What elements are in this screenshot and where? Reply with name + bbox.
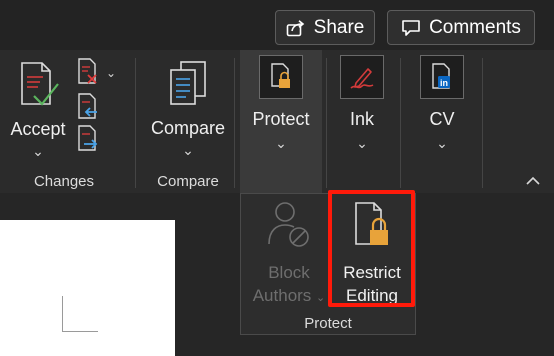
chevron-down-icon: ⌄: [32, 143, 44, 159]
group-separator: [400, 58, 401, 188]
ink-label: Ink: [349, 109, 374, 129]
compare-documents-icon: [165, 60, 211, 113]
share-icon: [286, 19, 306, 37]
chevron-down-icon: ⌄: [275, 135, 287, 151]
collapse-ribbon-button[interactable]: [522, 172, 544, 190]
protect-dropdown: Block Authors ⌄ Restrict Editing Protect: [240, 193, 416, 335]
comments-label: Comments: [429, 16, 521, 38]
group-separator: [234, 58, 235, 188]
reject-change-icon: [76, 57, 100, 90]
chevron-down-icon: ⌄: [316, 292, 326, 304]
chevron-down-icon: ⌄: [182, 142, 194, 158]
cv-label: CV: [429, 109, 455, 129]
group-separator: [135, 58, 136, 188]
next-change-button[interactable]: [76, 124, 100, 157]
restrict-editing-icon: [350, 200, 394, 256]
group-label-changes: Changes: [33, 173, 95, 190]
accept-label: Accept: [10, 119, 66, 139]
restrict-editing-label-line1: Restrict: [343, 263, 401, 282]
block-authors-label-line1: Block: [268, 263, 310, 282]
group-separator: [482, 58, 483, 188]
ink-pen-icon: [340, 55, 384, 99]
share-label: Share: [313, 16, 365, 38]
chevron-down-icon: ⌄: [356, 135, 368, 151]
compare-button[interactable]: Compare ⌄: [148, 60, 228, 157]
group-label-protect: Protect: [304, 315, 352, 332]
restrict-editing-button[interactable]: Restrict Editing: [333, 200, 411, 307]
cv-button[interactable]: in CV ⌄: [412, 55, 472, 150]
ink-button[interactable]: Ink ⌄: [331, 55, 393, 150]
accept-change-icon: [16, 60, 60, 113]
next-change-icon: [76, 125, 100, 156]
document-page[interactable]: [0, 220, 175, 356]
block-authors-label-line2-wrap: Authors ⌄: [253, 284, 326, 310]
chevron-down-icon: ⌄: [436, 135, 448, 151]
protect-lock-icon: [259, 55, 303, 99]
title-bar: Share Comments: [0, 0, 554, 50]
chevron-down-icon: ⌄: [106, 66, 117, 80]
svg-text:in: in: [440, 78, 448, 88]
comment-icon: [401, 19, 421, 37]
group-separator: [326, 58, 327, 188]
previous-change-button[interactable]: [76, 92, 100, 125]
chevron-up-icon: [526, 172, 540, 190]
reject-button[interactable]: ⌄: [76, 57, 117, 90]
accept-button[interactable]: Accept ⌄: [8, 60, 68, 158]
comments-button[interactable]: Comments: [387, 10, 535, 45]
linkedin-resume-icon: in: [420, 55, 464, 99]
previous-change-icon: [76, 93, 100, 124]
protect-label: Protect: [252, 109, 310, 129]
block-authors-icon: [267, 200, 311, 256]
share-button[interactable]: Share: [275, 10, 375, 45]
compare-label: Compare: [150, 118, 226, 138]
group-label-compare: Compare: [157, 173, 219, 190]
page-margin-marker: [62, 296, 98, 332]
block-authors-label-line2: Authors: [252, 286, 312, 305]
restrict-editing-label-line2: Editing: [346, 286, 398, 305]
block-authors-button[interactable]: Block Authors ⌄: [249, 200, 329, 310]
protect-button[interactable]: Protect ⌄: [240, 55, 322, 150]
